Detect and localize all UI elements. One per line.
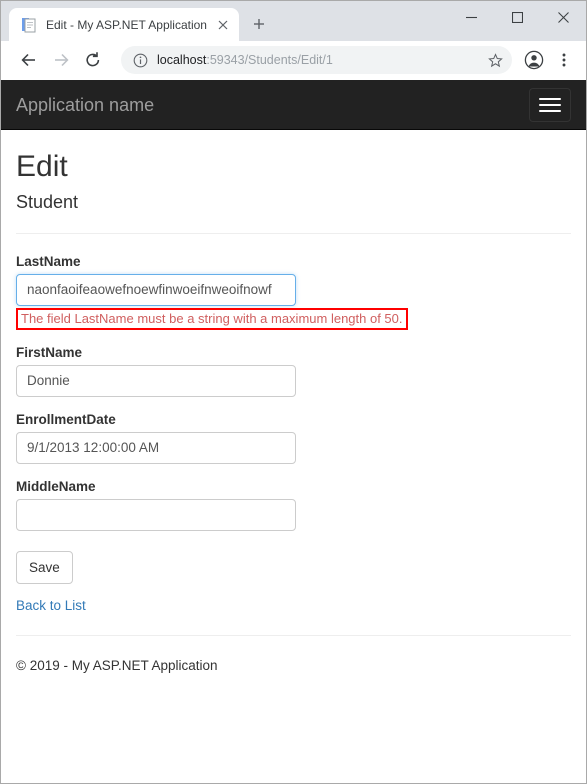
icon-bar	[539, 103, 561, 106]
page-viewport: Application name Edit Student LastName T…	[1, 80, 586, 783]
info-circle-icon[interactable]	[131, 51, 149, 69]
footer-copyright: © 2019 - My ASP.NET Application	[16, 657, 218, 673]
navbar-brand[interactable]: Application name	[16, 95, 529, 115]
page-icon	[21, 17, 37, 33]
browser-toolbar: localhost:59343/Students/Edit/1	[1, 41, 586, 80]
label-lastname: LastName	[16, 253, 81, 269]
validation-error-lastname: The field LastName must be a string with…	[16, 307, 408, 330]
edit-student-form: LastName The field LastName must be a st…	[16, 254, 571, 584]
input-middlename[interactable]	[16, 498, 296, 531]
form-group-firstname: FirstName	[16, 345, 571, 397]
back-button[interactable]	[15, 46, 43, 74]
site-navbar: Application name	[1, 80, 586, 130]
forward-button	[47, 46, 75, 74]
input-lastname[interactable]	[16, 273, 296, 306]
close-icon[interactable]	[540, 1, 586, 33]
label-enrollmentdate: EnrollmentDate	[16, 411, 116, 427]
profile-avatar-icon[interactable]	[520, 46, 548, 74]
three-dots-menu-icon[interactable]	[550, 46, 578, 74]
minimize-icon[interactable]	[448, 1, 494, 33]
hamburger-menu-icon[interactable]	[529, 87, 571, 122]
toolbar-right-icons	[518, 46, 578, 74]
form-group-lastname: LastName The field LastName must be a st…	[16, 254, 571, 330]
page-subtitle: Student	[16, 192, 79, 212]
back-to-list-link[interactable]: Back to List	[16, 598, 86, 613]
new-tab-button[interactable]	[245, 10, 273, 38]
page-title: Edit	[16, 150, 68, 183]
reload-button[interactable]	[79, 46, 107, 74]
label-middlename: MiddleName	[16, 478, 96, 494]
url-host: localhost	[157, 53, 207, 67]
browser-titlebar: Edit - My ASP.NET Application	[1, 1, 586, 41]
maximize-icon[interactable]	[494, 1, 540, 33]
icon-bar	[539, 109, 561, 112]
icon-bar	[539, 97, 561, 100]
window-controls	[448, 1, 586, 33]
save-button[interactable]: Save	[16, 550, 73, 584]
label-firstname: FirstName	[16, 344, 83, 360]
tab-strip: Edit - My ASP.NET Application	[1, 1, 273, 41]
tab-close-icon[interactable]	[213, 15, 233, 35]
footer-divider	[16, 634, 571, 636]
form-group-enrollmentdate: EnrollmentDate	[16, 412, 571, 464]
page-container: Edit Student LastName The field LastName…	[1, 150, 586, 676]
address-bar[interactable]: localhost:59343/Students/Edit/1	[121, 46, 512, 74]
url-text: localhost:59343/Students/Edit/1	[157, 52, 482, 68]
browser-window: Edit - My ASP.NET Application localhost:…	[0, 0, 587, 784]
star-icon[interactable]	[482, 47, 508, 73]
input-enrollmentdate[interactable]	[16, 431, 296, 464]
form-group-middlename: MiddleName	[16, 479, 571, 531]
divider	[16, 232, 571, 234]
tab-title: Edit - My ASP.NET Application	[46, 17, 207, 32]
input-firstname[interactable]	[16, 364, 296, 397]
url-path: :59343/Students/Edit/1	[206, 53, 333, 67]
browser-tab[interactable]: Edit - My ASP.NET Application	[9, 8, 239, 41]
